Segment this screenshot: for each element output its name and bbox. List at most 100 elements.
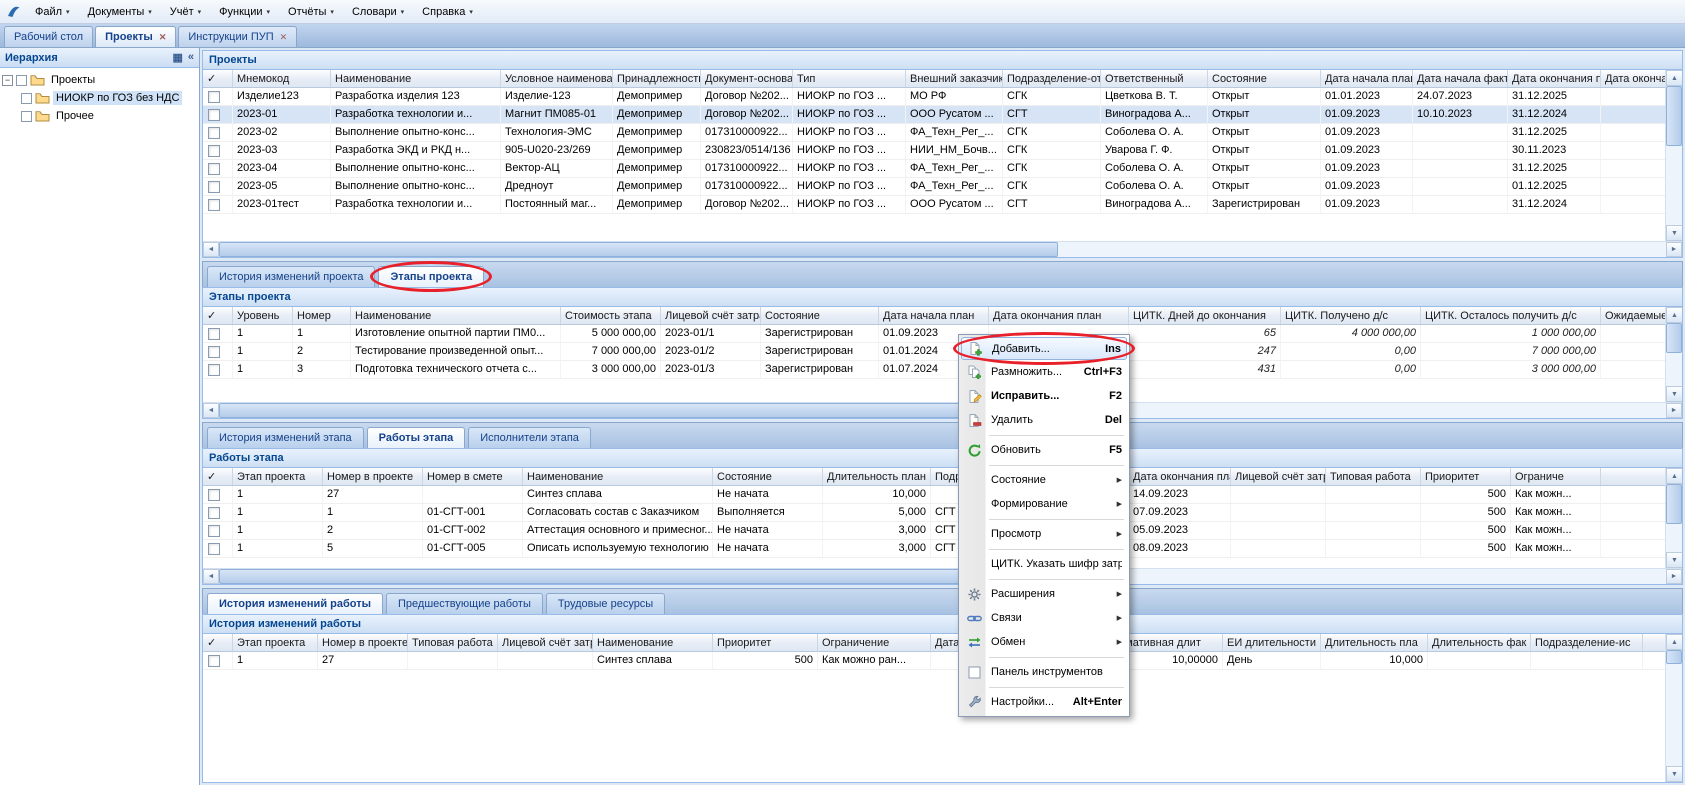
column-header[interactable]: Приоритет (713, 634, 818, 651)
column-header[interactable]: Этап проекта (233, 468, 323, 485)
context-menu-item[interactable]: Панель инструментов (961, 660, 1127, 684)
vertical-scrollbar[interactable]: ▲▼ (1665, 70, 1682, 241)
context-menu-item[interactable]: Расширения▶ (961, 582, 1127, 606)
context-menu-item[interactable]: Просмотр▶ (961, 522, 1127, 546)
projects-row[interactable]: 2023-02Выполнение опытно-конс...Технолог… (203, 124, 1665, 142)
projects-row[interactable]: 2023-01тестРазработка технологии и...Пос… (203, 196, 1665, 214)
tree-node-checkbox[interactable] (16, 75, 27, 86)
column-header[interactable]: Состояние (713, 468, 823, 485)
projects-row[interactable]: 2023-03Разработка ЭКД и РКД н...905-U020… (203, 142, 1665, 160)
tab-трудовые-ресурсы[interactable]: Трудовые ресурсы (546, 593, 665, 614)
projects-row[interactable]: 2023-01Разработка технологии и...Магнит … (203, 106, 1665, 124)
column-header[interactable]: Ожидаемые (1601, 307, 1665, 324)
column-header[interactable]: Стоимость этапа (561, 307, 661, 324)
column-header[interactable]: Наименование (351, 307, 561, 324)
scroll-up-icon[interactable]: ▲ (1666, 307, 1682, 323)
column-header[interactable]: Документ-основан (701, 70, 793, 87)
context-menu-item[interactable]: ЦИТК. Указать шифр затрат... (961, 552, 1127, 576)
context-menu-item[interactable]: Обмен▶ (961, 630, 1127, 654)
vertical-scrollbar[interactable]: ▲▼ (1665, 468, 1682, 568)
column-header[interactable]: Дата начала факт (1413, 70, 1508, 87)
column-header[interactable]: ЦИТК. Осталось получить д/с (1421, 307, 1601, 324)
tab-история-изменений-работы[interactable]: История изменений работы (207, 593, 383, 614)
column-header[interactable]: ЕИ длительности (1223, 634, 1321, 651)
column-header[interactable]: Уровень (233, 307, 293, 324)
tab-история-изменений-этапа[interactable]: История изменений этапа (207, 427, 364, 448)
scroll-up-icon[interactable]: ▲ (1666, 634, 1682, 650)
column-header[interactable]: Длительность фак (1428, 634, 1531, 651)
scroll-up-icon[interactable]: ▲ (1666, 70, 1682, 86)
column-header[interactable]: Наименование (523, 468, 713, 485)
column-header[interactable]: ✓ (203, 468, 233, 485)
horizontal-scrollbar[interactable]: ◄► (203, 402, 1682, 418)
column-header[interactable]: Дата окончания пл (1508, 70, 1601, 87)
column-header[interactable]: Дата окончания ф (1601, 70, 1665, 87)
row-checkbox[interactable] (208, 199, 220, 211)
row-checkbox[interactable] (208, 364, 220, 376)
column-header[interactable]: Длительность пла (1321, 634, 1428, 651)
menubar-item[interactable]: Файл▾ (26, 4, 79, 20)
row-checkbox[interactable] (208, 543, 220, 555)
projects-row[interactable]: Изделие123Разработка изделия 123Изделие-… (203, 88, 1665, 106)
column-header[interactable]: Мнемокод (233, 70, 331, 87)
column-header[interactable]: Наименование (331, 70, 501, 87)
column-header[interactable]: Лицевой счёт затрат (661, 307, 761, 324)
scroll-down-icon[interactable]: ▼ (1666, 766, 1682, 782)
menubar-item[interactable]: Документы▾ (79, 4, 161, 20)
column-header[interactable]: Состояние (1208, 70, 1321, 87)
works-row[interactable]: 1101-СГТ-001Согласовать состав с Заказчи… (203, 504, 1665, 522)
menubar-item[interactable]: Учёт▾ (161, 4, 210, 20)
column-header[interactable]: ✓ (203, 70, 233, 87)
column-header[interactable]: Этап проекта (233, 634, 318, 651)
close-tab-icon[interactable]: ✕ (159, 33, 167, 42)
works-row[interactable]: 1501-СГТ-005Описать используемую техноло… (203, 540, 1665, 558)
tab-этапы-проекта[interactable]: Этапы проекта (378, 266, 484, 287)
horizontal-scrollbar[interactable]: ◄► (203, 568, 1682, 584)
row-checkbox[interactable] (208, 127, 220, 139)
scrollbar-thumb[interactable] (219, 242, 1058, 257)
row-checkbox[interactable] (208, 109, 220, 121)
column-header[interactable]: Наименование (593, 634, 713, 651)
history-row[interactable]: 127Синтез сплава500Как можно ран...10,00… (203, 652, 1665, 670)
window-tab[interactable]: Инструкции ПУП✕ (178, 26, 297, 47)
scroll-down-icon[interactable]: ▼ (1666, 225, 1682, 241)
column-header[interactable]: Принадлежность (613, 70, 701, 87)
sidebar-pin-icon[interactable]: ▦ (172, 51, 182, 64)
context-menu-item[interactable]: Исправить...F2 (961, 384, 1127, 408)
column-header[interactable]: ✓ (203, 634, 233, 651)
context-menu-item[interactable]: Размножить...Ctrl+F3 (961, 360, 1127, 384)
works-row[interactable]: 127Синтез сплаваНе начата10,00014.09.202… (203, 486, 1665, 504)
tab-работы-этапа[interactable]: Работы этапа (367, 427, 466, 448)
vertical-scrollbar[interactable]: ▲▼ (1665, 307, 1682, 402)
scroll-right-icon[interactable]: ► (1666, 242, 1682, 257)
column-header[interactable]: Номер в проекте (318, 634, 408, 651)
row-checkbox[interactable] (208, 91, 220, 103)
scroll-right-icon[interactable]: ► (1666, 403, 1682, 418)
scroll-left-icon[interactable]: ◄ (203, 403, 219, 418)
scrollbar-thumb[interactable] (1666, 484, 1682, 524)
column-header[interactable]: Дата начала план (1321, 70, 1413, 87)
context-menu-item[interactable]: Формирование▶ (961, 492, 1127, 516)
column-header[interactable]: Ограниче (1511, 468, 1601, 485)
scroll-left-icon[interactable]: ◄ (203, 569, 219, 584)
stages-row[interactable]: 13Подготовка технического отчета с...3 0… (203, 361, 1665, 379)
row-checkbox[interactable] (208, 346, 220, 358)
row-checkbox[interactable] (208, 655, 220, 667)
horizontal-scrollbar[interactable]: ◄► (203, 241, 1682, 257)
context-menu-item[interactable]: УдалитьDel (961, 408, 1127, 432)
menubar-item[interactable]: Словари▾ (343, 4, 413, 20)
column-header[interactable]: Лицевой счёт затр (1231, 468, 1326, 485)
tab-исполнители-этапа[interactable]: Исполнители этапа (468, 427, 591, 448)
menubar-item[interactable]: Функции▾ (210, 4, 279, 20)
column-header[interactable]: Номер в смете (423, 468, 523, 485)
scroll-right-icon[interactable]: ► (1666, 569, 1682, 584)
column-header[interactable]: Типовая работа (1326, 468, 1421, 485)
column-header[interactable]: Ограничение (818, 634, 931, 651)
sidebar-collapse-icon[interactable]: « (188, 51, 194, 64)
row-checkbox[interactable] (208, 489, 220, 501)
tree-expander-icon[interactable]: − (2, 75, 13, 86)
context-menu-item[interactable]: Добавить...Ins (961, 337, 1127, 360)
row-checkbox[interactable] (208, 328, 220, 340)
window-tab[interactable]: Проекты✕ (95, 26, 176, 47)
column-header[interactable]: Приоритет (1421, 468, 1511, 485)
